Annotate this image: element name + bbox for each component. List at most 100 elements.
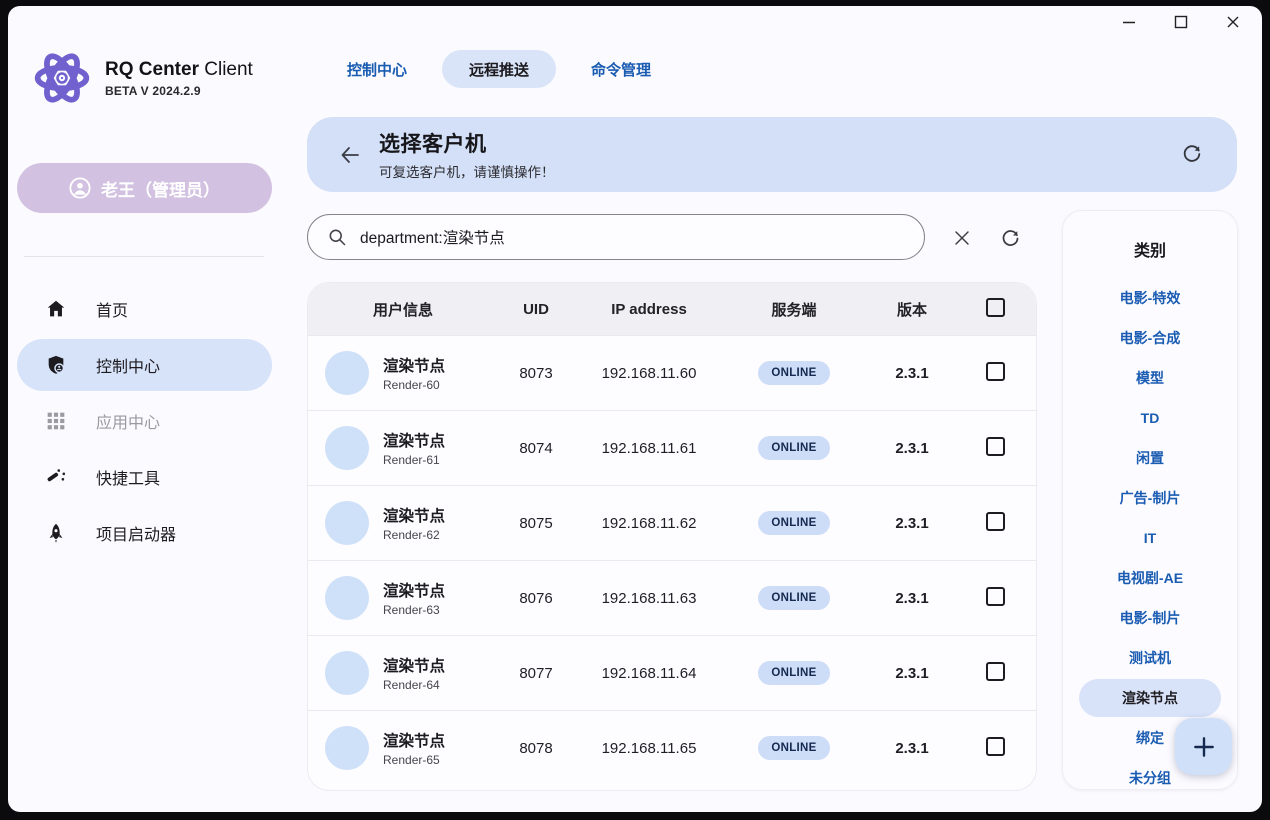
table-body: 渲染节点 Render-60 8073 192.168.11.60 ONLINE…: [308, 335, 1036, 785]
client-avatar: [325, 501, 369, 545]
ip-value: 192.168.11.60: [574, 365, 724, 382]
sidebar-item-quick-tools[interactable]: 快捷工具: [17, 451, 272, 503]
sidebar-item-app-center[interactable]: 应用中心: [17, 395, 272, 447]
status-badge: ONLINE: [758, 511, 829, 535]
sidebar-item-label: 快捷工具: [96, 465, 160, 489]
app-window: RQ Center Client BETA V 2024.2.9 老王（管理员）…: [8, 6, 1262, 812]
tab-control-center[interactable]: 控制中心: [320, 50, 434, 88]
sidebar-divider: [24, 256, 264, 257]
client-hostname: Render-65: [383, 753, 445, 767]
col-version: 版本: [864, 299, 960, 320]
tab-remote-push[interactable]: 远程推送: [442, 50, 556, 88]
row-checkbox[interactable]: [986, 737, 1005, 756]
client-table: 用户信息 UID IP address 服务端 版本 渲染节点 Render-6…: [307, 282, 1037, 791]
page-title: 选择客户机: [379, 128, 555, 158]
client-name: 渲染节点: [383, 429, 445, 451]
col-server: 服务端: [724, 299, 864, 320]
tab-command-management[interactable]: 命令管理: [564, 50, 678, 88]
rocket-icon: [44, 521, 68, 545]
status-badge: ONLINE: [758, 736, 829, 760]
search-refresh-button[interactable]: [994, 222, 1026, 254]
category-item[interactable]: 模型: [1079, 358, 1221, 398]
uid-value: 8076: [498, 590, 574, 607]
status-badge: ONLINE: [758, 436, 829, 460]
search-bar[interactable]: department:渲染节点: [307, 214, 925, 260]
category-item[interactable]: 闲置: [1079, 438, 1221, 478]
sidebar-item-project-launcher[interactable]: 项目启动器: [17, 507, 272, 559]
row-checkbox[interactable]: [986, 437, 1005, 456]
maximize-icon: [1174, 15, 1188, 29]
category-item[interactable]: 渲染节点: [1079, 679, 1221, 717]
ip-value: 192.168.11.61: [574, 440, 724, 457]
search-clear-button[interactable]: [946, 222, 978, 254]
magic-wand-icon: [44, 465, 68, 489]
select-all-checkbox[interactable]: [986, 298, 1005, 317]
plus-icon: [1191, 734, 1217, 760]
ip-value: 192.168.11.65: [574, 740, 724, 757]
row-checkbox[interactable]: [986, 512, 1005, 531]
category-item[interactable]: 电视剧-AE: [1079, 558, 1221, 598]
client-avatar: [325, 726, 369, 770]
row-checkbox[interactable]: [986, 362, 1005, 381]
category-item[interactable]: 广告-制片: [1079, 478, 1221, 518]
header-refresh-button[interactable]: [1177, 139, 1207, 169]
version-value: 2.3.1: [864, 665, 960, 682]
client-hostname: Render-63: [383, 603, 445, 617]
client-avatar: [325, 426, 369, 470]
category-item[interactable]: 电影-合成: [1079, 318, 1221, 358]
top-tabs: 控制中心 远程推送 命令管理: [320, 50, 678, 88]
category-item[interactable]: 测试机: [1079, 638, 1221, 678]
category-item[interactable]: IT: [1079, 518, 1221, 558]
status-badge: ONLINE: [758, 586, 829, 610]
table-row[interactable]: 渲染节点 Render-60 8073 192.168.11.60 ONLINE…: [308, 335, 1036, 410]
ip-value: 192.168.11.64: [574, 665, 724, 682]
category-item[interactable]: 电影-制片: [1079, 598, 1221, 638]
minimize-icon: [1122, 15, 1136, 29]
minimize-button[interactable]: [1110, 10, 1148, 34]
refresh-icon: [1000, 228, 1021, 249]
table-row[interactable]: 渲染节点 Render-63 8076 192.168.11.63 ONLINE…: [308, 560, 1036, 635]
table-row[interactable]: 渲染节点 Render-65 8078 192.168.11.65 ONLINE…: [308, 710, 1036, 785]
category-panel: 类别 电影-特效 电影-合成 模型 TD 闲置 广告-制片 IT 电视剧-AE …: [1062, 210, 1238, 790]
sidebar-item-label: 控制中心: [96, 353, 160, 377]
sidebar-item-home[interactable]: 首页: [17, 283, 272, 335]
status-badge: ONLINE: [758, 361, 829, 385]
category-item[interactable]: TD: [1079, 398, 1221, 438]
row-checkbox[interactable]: [986, 662, 1005, 681]
search-input[interactable]: department:渲染节点: [360, 226, 505, 248]
app-version: BETA V 2024.2.9: [105, 84, 253, 98]
uid-value: 8075: [498, 515, 574, 532]
page-subtitle: 可复选客户机，请谨慎操作！: [379, 161, 555, 181]
table-header: 用户信息 UID IP address 服务端 版本: [308, 283, 1036, 335]
atom-icon: [30, 46, 94, 110]
table-row[interactable]: 渲染节点 Render-62 8075 192.168.11.62 ONLINE…: [308, 485, 1036, 560]
client-name: 渲染节点: [383, 354, 445, 376]
category-item[interactable]: 电影-特效: [1079, 278, 1221, 318]
client-hostname: Render-64: [383, 678, 445, 692]
sidebar-item-label: 应用中心: [96, 409, 160, 433]
user-name: 老王（管理员）: [101, 176, 220, 201]
ip-value: 192.168.11.62: [574, 515, 724, 532]
version-value: 2.3.1: [864, 590, 960, 607]
page-header: 选择客户机 可复选客户机，请谨慎操作！: [307, 117, 1237, 192]
client-hostname: Render-61: [383, 453, 445, 467]
uid-value: 8074: [498, 440, 574, 457]
maximize-button[interactable]: [1162, 10, 1200, 34]
search-icon: [327, 227, 347, 247]
table-row[interactable]: 渲染节点 Render-64 8077 192.168.11.64 ONLINE…: [308, 635, 1036, 710]
close-icon: [953, 229, 971, 247]
sidebar-item-control-center[interactable]: 控制中心: [17, 339, 272, 391]
add-button[interactable]: [1175, 718, 1232, 775]
client-name: 渲染节点: [383, 654, 445, 676]
table-row[interactable]: 渲染节点 Render-61 8074 192.168.11.61 ONLINE…: [308, 410, 1036, 485]
arrow-left-icon: [338, 143, 362, 167]
grid-icon: [44, 409, 68, 433]
close-button[interactable]: [1214, 10, 1252, 34]
uid-value: 8077: [498, 665, 574, 682]
app-title: RQ Center Client: [105, 59, 253, 81]
client-avatar: [325, 576, 369, 620]
back-button[interactable]: [335, 140, 365, 170]
row-checkbox[interactable]: [986, 587, 1005, 606]
user-badge[interactable]: 老王（管理员）: [17, 163, 272, 213]
sidebar-item-label: 项目启动器: [96, 521, 176, 545]
